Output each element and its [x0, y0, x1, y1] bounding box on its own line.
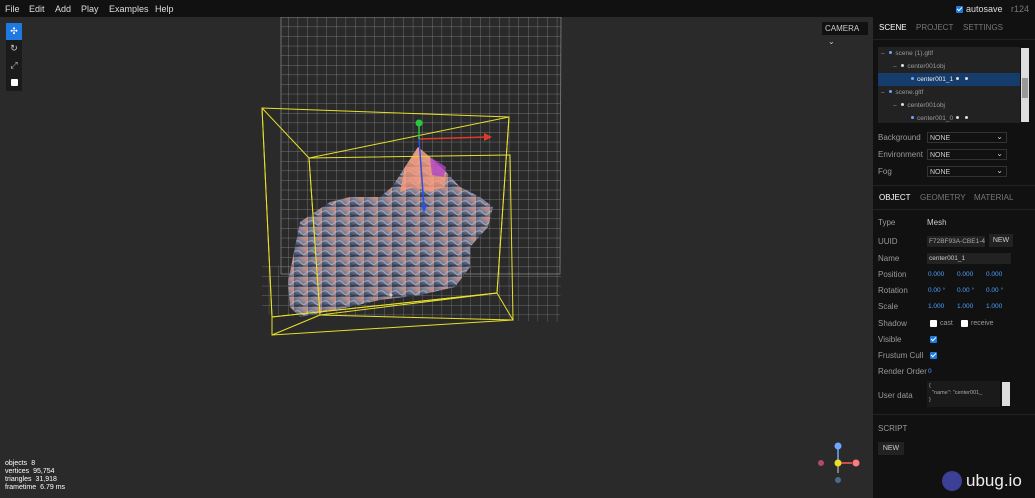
shadow-cast-label: cast — [940, 320, 953, 327]
tab-project[interactable]: PROJECT — [916, 23, 953, 32]
shadow-receive-label: receive — [971, 320, 994, 327]
sidebar: SCENE PROJECT SETTINGS – scene (1).gltf … — [873, 17, 1035, 498]
menubar: File Edit Add Play Examples Help autosav… — [0, 0, 1035, 17]
rotation-label: Rotation — [878, 286, 908, 295]
outliner-item[interactable]: center001_0 — [878, 112, 1020, 123]
userdata-scrollbar[interactable] — [1002, 382, 1010, 406]
camera-select-value: CAMERA — [825, 24, 859, 33]
environment-label: Environment — [878, 150, 923, 159]
viewport[interactable]: ✣ ↻ ⤢ CAMERA ⌄ objects 8 vertices 95,754 t… — [0, 17, 873, 498]
objects-label: objects — [5, 460, 28, 467]
menu-play[interactable]: Play — [81, 4, 99, 14]
rotation-z[interactable]: 0.00 ° — [986, 287, 1003, 294]
frametime-label: frametime — [5, 484, 37, 491]
autosave-toggle[interactable]: autosave r124 — [956, 4, 1029, 14]
name-input[interactable]: center001_1 — [927, 253, 1011, 264]
scale-label: Scale — [878, 302, 899, 311]
local-icon[interactable] — [6, 74, 22, 91]
frametime-value: 6.79 ms — [40, 484, 66, 491]
position-label: Position — [878, 270, 907, 279]
render-order-label: Render Order — [878, 367, 927, 376]
shadow-cast-checkbox[interactable] — [930, 320, 937, 327]
brand-label: ubug.io — [966, 471, 1022, 490]
outliner-item[interactable]: – center001obj — [878, 60, 1020, 73]
transform-toolbar: ✣ ↻ ⤢ — [6, 23, 22, 91]
rotation-y[interactable]: 0.00 ° — [957, 287, 974, 294]
frustum-cull-label: Frustum Cull — [878, 351, 924, 360]
autosave-checkbox[interactable] — [956, 6, 964, 13]
type-label: Type — [878, 218, 896, 227]
outliner-item-selected[interactable]: center001_1 — [878, 73, 1020, 86]
menu-file[interactable]: File — [5, 4, 20, 14]
shadow-label: Shadow — [878, 319, 907, 328]
position-z[interactable]: 0.000 — [986, 271, 1002, 278]
name-label: Name — [878, 254, 900, 263]
ubug-logo-icon — [942, 471, 962, 491]
tab-geometry[interactable]: GEOMETRY — [920, 193, 966, 202]
script-new-button[interactable]: NEW — [878, 442, 904, 455]
userdata-label: User data — [878, 391, 913, 400]
scale-z[interactable]: 1.000 — [986, 303, 1002, 310]
scale-x[interactable]: 1.000 — [928, 303, 944, 310]
object-tabs: OBJECT GEOMETRY MATERIAL — [873, 187, 1035, 210]
outliner-item[interactable]: – scene (1).gltf — [878, 47, 1020, 60]
uuid-label: UUID — [878, 237, 898, 246]
sidebar-tabs: SCENE PROJECT SETTINGS — [873, 17, 1035, 40]
type-value: Mesh — [927, 218, 947, 227]
shadow-receive-checkbox[interactable] — [961, 320, 968, 327]
rotation-x[interactable]: 0.00 ° — [928, 287, 945, 294]
menu-edit[interactable]: Edit — [29, 4, 45, 14]
chevron-down-icon: ⌄ — [828, 37, 835, 46]
target-dot — [389, 293, 393, 297]
render-order-value[interactable]: 0 — [928, 368, 932, 375]
scale-icon[interactable]: ⤢ — [6, 57, 22, 74]
scale-y[interactable]: 1.000 — [957, 303, 973, 310]
rotate-icon[interactable]: ↻ — [6, 40, 22, 57]
vertices-label: vertices — [5, 468, 30, 475]
outliner-item[interactable]: – scene.gltf — [878, 86, 1020, 99]
view-helper[interactable] — [818, 442, 860, 484]
menu-examples[interactable]: Examples — [109, 4, 149, 14]
outliner-scrollbar[interactable] — [1021, 48, 1029, 122]
visible-label: Visible — [878, 335, 902, 344]
fog-select[interactable]: NONE — [927, 165, 1007, 177]
background-select[interactable]: NONE — [927, 131, 1007, 143]
tab-scene[interactable]: SCENE — [879, 23, 907, 32]
uuid-new-button[interactable]: NEW — [989, 234, 1013, 247]
triangles-label: triangles — [5, 476, 32, 483]
visible-checkbox[interactable] — [930, 336, 937, 343]
userdata-textarea[interactable]: { "name": "center001_ } — [927, 381, 1000, 407]
scene-info: objects 8 vertices 95,754 triangles 31,918 … — [5, 460, 65, 492]
script-label: SCRIPT — [878, 424, 908, 433]
triangles-count: 31,918 — [35, 476, 57, 483]
outliner-item[interactable]: – center001obj — [878, 99, 1020, 112]
scene-canvas[interactable] — [0, 17, 873, 498]
position-x[interactable]: 0.000 — [928, 271, 944, 278]
position-y[interactable]: 0.000 — [957, 271, 973, 278]
menu-add[interactable]: Add — [55, 4, 71, 14]
revision-label: r124 — [1010, 4, 1029, 14]
vertices-count: 95,754 — [33, 468, 55, 475]
objects-count: 8 — [31, 460, 36, 467]
tab-settings[interactable]: SETTINGS — [963, 23, 1003, 32]
camera-select[interactable]: CAMERA ⌄ — [822, 22, 868, 46]
background-label: Background — [878, 133, 921, 142]
fog-label: Fog — [878, 167, 892, 176]
frustum-cull-checkbox[interactable] — [930, 352, 937, 359]
environment-select[interactable]: NONE — [927, 148, 1007, 160]
translate-icon[interactable]: ✣ — [6, 23, 22, 40]
outliner[interactable]: – scene (1).gltf – center001obj center00… — [878, 47, 1020, 123]
autosave-label: autosave — [965, 4, 1003, 14]
menu-help[interactable]: Help — [155, 4, 174, 14]
tab-material[interactable]: MATERIAL — [974, 193, 1013, 202]
uuid-field: F72BF93A-CBE1-4 — [927, 236, 985, 247]
tab-object[interactable]: OBJECT — [879, 193, 911, 202]
